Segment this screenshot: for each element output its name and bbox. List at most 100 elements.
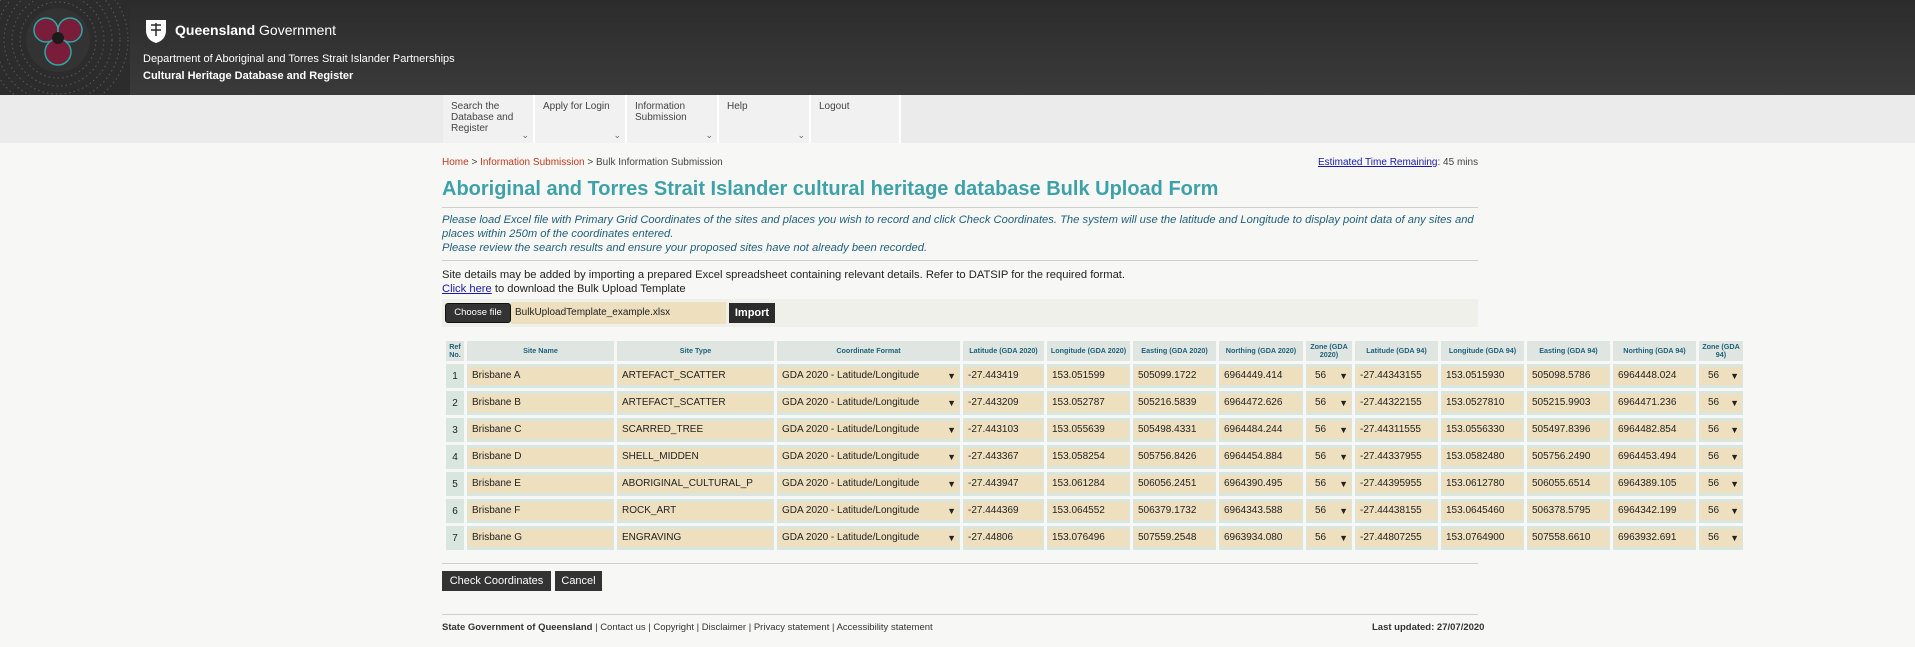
easting-gda2020-field[interactable]: 506379.1732	[1134, 502, 1215, 520]
longitude-gda2020-field[interactable]: 153.061284	[1048, 475, 1129, 493]
easting-gda2020-field[interactable]: 506056.2451	[1134, 475, 1215, 493]
zone-gda94-select[interactable]: 56 ▼	[1700, 367, 1742, 385]
northing-gda2020-field[interactable]: 6964343.588	[1220, 502, 1302, 520]
nav-information-submission[interactable]: Information Submission ⌄	[627, 95, 719, 143]
easting-gda2020-field[interactable]: 505099.1722	[1134, 367, 1215, 385]
coordinate-format-select[interactable]: GDA 2020 - Latitude/Longitude ▼	[778, 529, 959, 547]
longitude-gda94-field[interactable]: 153.0764900	[1442, 529, 1523, 547]
longitude-gda2020-field[interactable]: 153.058254	[1048, 448, 1129, 466]
easting-gda94-field[interactable]: 505756.2490	[1528, 448, 1609, 466]
site-name-field[interactable]: Brisbane F	[468, 502, 613, 520]
site-type-field[interactable]: ARTEFACT_SCATTER	[618, 367, 773, 385]
latitude-gda2020-field[interactable]: -27.443367	[964, 448, 1043, 466]
northing-gda94-field[interactable]: 6964448.024	[1614, 367, 1695, 385]
coordinate-format-select[interactable]: GDA 2020 - Latitude/Longitude ▼	[778, 421, 959, 439]
zone-gda94-select[interactable]: 56 ▼	[1700, 421, 1742, 439]
zone-gda2020-select[interactable]: 56 ▼	[1307, 367, 1351, 385]
cancel-button[interactable]: Cancel	[555, 571, 602, 591]
coordinate-format-select[interactable]: GDA 2020 - Latitude/Longitude ▼	[778, 475, 959, 493]
northing-gda94-field[interactable]: 6964471.236	[1614, 394, 1695, 412]
site-type-field[interactable]: ABORIGINAL_CULTURAL_P	[618, 475, 773, 493]
site-type-field[interactable]: ROCK_ART	[618, 502, 773, 520]
northing-gda94-field[interactable]: 6963932.691	[1614, 529, 1695, 547]
breadcrumb-information-submission[interactable]: Information Submission	[480, 157, 585, 168]
longitude-gda2020-field[interactable]: 153.076496	[1048, 529, 1129, 547]
zone-gda94-select[interactable]: 56 ▼	[1700, 529, 1742, 547]
site-name-field[interactable]: Brisbane B	[468, 394, 613, 412]
latitude-gda94-field[interactable]: -27.44438155	[1356, 502, 1437, 520]
latitude-gda2020-field[interactable]: -27.443103	[964, 421, 1043, 439]
longitude-gda2020-field[interactable]: 153.064552	[1048, 502, 1129, 520]
zone-gda94-select[interactable]: 56 ▼	[1700, 394, 1742, 412]
latitude-gda2020-field[interactable]: -27.444369	[964, 502, 1043, 520]
longitude-gda2020-field[interactable]: 153.051599	[1048, 367, 1129, 385]
latitude-gda94-field[interactable]: -27.44395955	[1356, 475, 1437, 493]
latitude-gda94-field[interactable]: -27.44311555	[1356, 421, 1437, 439]
northing-gda94-field[interactable]: 6964482.854	[1614, 421, 1695, 439]
latitude-gda2020-field[interactable]: -27.443419	[964, 367, 1043, 385]
download-template-link[interactable]: Click here	[442, 283, 492, 295]
easting-gda2020-field[interactable]: 507559.2548	[1134, 529, 1215, 547]
site-name-field[interactable]: Brisbane G	[468, 529, 613, 547]
longitude-gda94-field[interactable]: 153.0515930	[1442, 367, 1523, 385]
northing-gda2020-field[interactable]: 6964484.244	[1220, 421, 1302, 439]
zone-gda94-select[interactable]: 56 ▼	[1700, 502, 1742, 520]
zone-gda94-select[interactable]: 56 ▼	[1700, 448, 1742, 466]
northing-gda94-field[interactable]: 6964389.105	[1614, 475, 1695, 493]
northing-gda2020-field[interactable]: 6964454.884	[1220, 448, 1302, 466]
easting-gda2020-field[interactable]: 505756.8426	[1134, 448, 1215, 466]
zone-gda94-select[interactable]: 56 ▼	[1700, 475, 1742, 493]
easting-gda94-field[interactable]: 505497.8396	[1528, 421, 1609, 439]
longitude-gda94-field[interactable]: 153.0582480	[1442, 448, 1523, 466]
longitude-gda94-field[interactable]: 153.0527810	[1442, 394, 1523, 412]
easting-gda94-field[interactable]: 507558.6610	[1528, 529, 1609, 547]
longitude-gda94-field[interactable]: 153.0612780	[1442, 475, 1523, 493]
easting-gda2020-field[interactable]: 505216.5839	[1134, 394, 1215, 412]
zone-gda2020-select[interactable]: 56 ▼	[1307, 394, 1351, 412]
zone-gda2020-select[interactable]: 56 ▼	[1307, 421, 1351, 439]
easting-gda2020-field[interactable]: 505498.4331	[1134, 421, 1215, 439]
estimated-time-link[interactable]: Estimated Time Remaining	[1318, 157, 1438, 168]
nav-apply-login[interactable]: Apply for Login ⌄	[535, 95, 627, 143]
site-type-field[interactable]: ENGRAVING	[618, 529, 773, 547]
longitude-gda94-field[interactable]: 153.0556330	[1442, 421, 1523, 439]
easting-gda94-field[interactable]: 506378.5795	[1528, 502, 1609, 520]
nav-search-database[interactable]: Search the Database and Register ⌄	[443, 95, 535, 143]
northing-gda2020-field[interactable]: 6964472.626	[1220, 394, 1302, 412]
longitude-gda2020-field[interactable]: 153.055639	[1048, 421, 1129, 439]
site-type-field[interactable]: SHELL_MIDDEN	[618, 448, 773, 466]
easting-gda94-field[interactable]: 505215.9903	[1528, 394, 1609, 412]
easting-gda94-field[interactable]: 506055.6514	[1528, 475, 1609, 493]
longitude-gda94-field[interactable]: 153.0645460	[1442, 502, 1523, 520]
zone-gda2020-select[interactable]: 56 ▼	[1307, 529, 1351, 547]
northing-gda2020-field[interactable]: 6963934.080	[1220, 529, 1302, 547]
choose-file-button[interactable]: Choose file	[445, 303, 511, 323]
latitude-gda94-field[interactable]: -27.44322155	[1356, 394, 1437, 412]
site-name-field[interactable]: Brisbane A	[468, 367, 613, 385]
site-type-field[interactable]: ARTEFACT_SCATTER	[618, 394, 773, 412]
site-name-field[interactable]: Brisbane D	[468, 448, 613, 466]
latitude-gda2020-field[interactable]: -27.443209	[964, 394, 1043, 412]
nav-help[interactable]: Help ⌄	[719, 95, 811, 143]
latitude-gda94-field[interactable]: -27.44807255	[1356, 529, 1437, 547]
northing-gda2020-field[interactable]: 6964390.495	[1220, 475, 1302, 493]
site-type-field[interactable]: SCARRED_TREE	[618, 421, 773, 439]
nav-logout[interactable]: Logout	[811, 95, 901, 143]
check-coordinates-button[interactable]: Check Coordinates	[442, 571, 551, 591]
latitude-gda94-field[interactable]: -27.44337955	[1356, 448, 1437, 466]
northing-gda94-field[interactable]: 6964453.494	[1614, 448, 1695, 466]
site-name-field[interactable]: Brisbane C	[468, 421, 613, 439]
zone-gda2020-select[interactable]: 56 ▼	[1307, 475, 1351, 493]
longitude-gda2020-field[interactable]: 153.052787	[1048, 394, 1129, 412]
easting-gda94-field[interactable]: 505098.5786	[1528, 367, 1609, 385]
latitude-gda94-field[interactable]: -27.44343155	[1356, 367, 1437, 385]
northing-gda94-field[interactable]: 6964342.199	[1614, 502, 1695, 520]
site-name-field[interactable]: Brisbane E	[468, 475, 613, 493]
import-button[interactable]: Import	[729, 303, 775, 323]
zone-gda2020-select[interactable]: 56 ▼	[1307, 502, 1351, 520]
zone-gda2020-select[interactable]: 56 ▼	[1307, 448, 1351, 466]
coordinate-format-select[interactable]: GDA 2020 - Latitude/Longitude ▼	[778, 394, 959, 412]
coordinate-format-select[interactable]: GDA 2020 - Latitude/Longitude ▼	[778, 502, 959, 520]
latitude-gda2020-field[interactable]: -27.443947	[964, 475, 1043, 493]
coordinate-format-select[interactable]: GDA 2020 - Latitude/Longitude ▼	[778, 367, 959, 385]
